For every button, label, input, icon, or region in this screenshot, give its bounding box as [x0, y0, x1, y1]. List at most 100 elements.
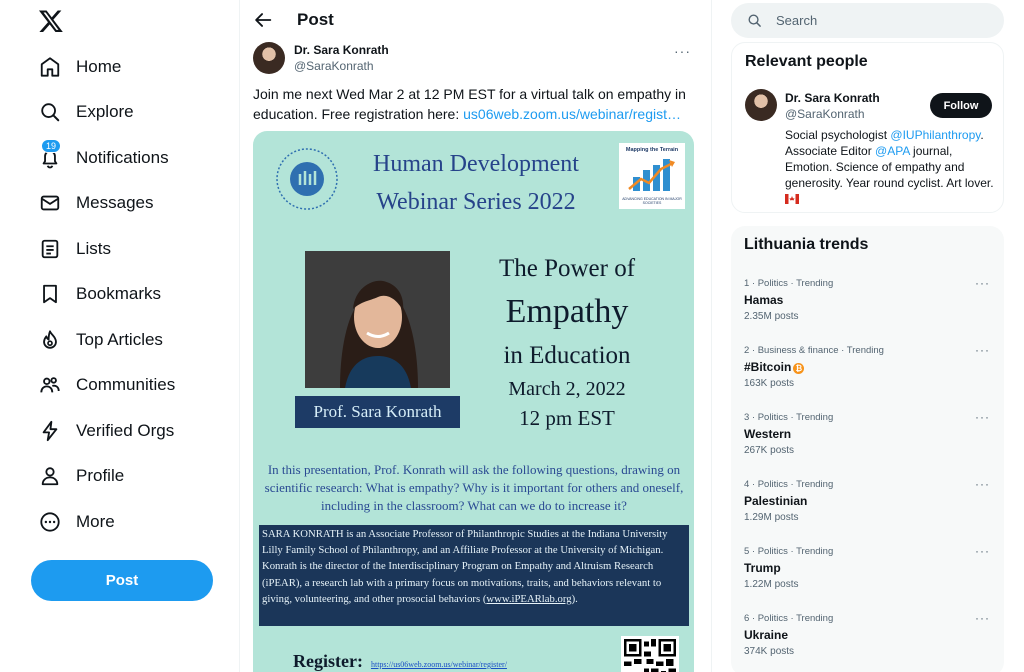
nav-list: Home Explore 19 Notifications Messages L…: [30, 44, 175, 545]
nav-label-messages: Messages: [76, 193, 154, 213]
relevant-people-title: Relevant people: [745, 53, 868, 70]
trend-more-button[interactable]: ···: [975, 544, 990, 558]
author-avatar[interactable]: [253, 42, 285, 74]
nav-label-top-articles: Top Articles: [76, 329, 163, 349]
search-bar[interactable]: [731, 3, 1004, 38]
person-bio: Social psychologist @IUPhilanthropy. Ass…: [785, 127, 995, 207]
talk-title-line-2: Empathy: [505, 293, 629, 330]
nav-item-more[interactable]: More: [30, 499, 175, 545]
nav-label-explore: Explore: [76, 102, 134, 122]
trend-more-button[interactable]: ···: [975, 477, 990, 491]
trend-item[interactable]: 5 · Politics · Trending Trump 1.22M post…: [731, 540, 1004, 607]
trend-more-button[interactable]: ···: [975, 611, 990, 625]
nav-item-profile[interactable]: Profile: [30, 454, 175, 500]
search-input[interactable]: [776, 13, 976, 28]
trend-more-button[interactable]: ···: [975, 276, 990, 290]
trend-item[interactable]: 2 · Business & finance · Trending #Bitco…: [731, 339, 1004, 406]
nav-label-lists: Lists: [76, 238, 111, 258]
nav-item-explore[interactable]: Explore: [30, 90, 175, 136]
institute-logo-icon: [276, 148, 338, 210]
notification-badge: 19: [41, 138, 62, 153]
trend-meta: 2 · Business & finance · Trending: [744, 345, 884, 356]
trend-name: Palestinian: [744, 494, 808, 508]
speaker-bio: SARA KONRATH is an Associate Professor o…: [259, 525, 689, 626]
flyer-title-line-1: Human Development: [373, 151, 579, 177]
trend-meta: 6 · Politics · Trending: [744, 613, 834, 624]
trend-more-button[interactable]: ···: [975, 343, 990, 357]
right-sidebar: Relevant people Dr. Sara Konrath @SaraKo…: [731, 0, 1004, 672]
nav-label-notifications: Notifications: [76, 147, 169, 167]
bell-icon: 19: [38, 138, 62, 170]
person-avatar[interactable]: [745, 89, 777, 121]
post-more-button[interactable]: ···: [674, 43, 691, 59]
trend-more-button[interactable]: ···: [975, 410, 990, 424]
nav-item-home[interactable]: Home: [30, 44, 175, 90]
author-handle[interactable]: @SaraKonrath: [294, 59, 374, 73]
registration-link[interactable]: us06web.zoom.us/webinar/regist…: [463, 106, 681, 122]
nav-item-messages[interactable]: Messages: [30, 181, 175, 227]
trend-count: 2.35M posts: [744, 311, 799, 322]
bookmark-icon: [38, 282, 62, 306]
trend-name: Ukraine: [744, 628, 789, 642]
trend-count: 267K posts: [744, 445, 795, 456]
lightning-icon: [38, 419, 62, 443]
trend-meta: 3 · Politics · Trending: [744, 412, 834, 423]
talk-date: March 2, 2022: [508, 378, 626, 400]
post-text: Join me next Wed Mar 2 at 12 PM EST for …: [253, 84, 693, 124]
mention-iuphilanthropy[interactable]: @IUPhilanthropy: [890, 128, 980, 142]
person-bio-part-1: Social psychologist: [785, 128, 891, 142]
talk-time: 12 pm EST: [519, 406, 615, 430]
canada-flag-icon: [785, 194, 799, 204]
talk-title-line-1: The Power of: [498, 255, 636, 282]
envelope-icon: [38, 191, 62, 215]
back-arrow-icon[interactable]: [252, 9, 274, 31]
nav-label-bookmarks: Bookmarks: [76, 284, 162, 304]
mention-apa[interactable]: @APA: [875, 144, 910, 158]
trend-count: 163K posts: [744, 378, 795, 389]
nav-label-profile: Profile: [76, 466, 125, 486]
trend-name: Trump: [744, 561, 781, 575]
trends-box: Lithuania trends 1 · Politics · Trending…: [731, 226, 1004, 672]
relevant-people-box: Relevant people Dr. Sara Konrath @SaraKo…: [731, 42, 1004, 213]
nav-item-bookmarks[interactable]: Bookmarks: [30, 272, 175, 318]
nav-item-notifications[interactable]: 19 Notifications: [30, 135, 175, 181]
trend-name: #Bitcoin: [744, 360, 792, 374]
nav-item-top-articles[interactable]: Top Articles: [30, 317, 175, 363]
follow-button[interactable]: Follow: [930, 93, 992, 118]
trend-name: Western: [744, 427, 792, 441]
trend-name-row: #Bitcoin ₿: [744, 360, 805, 374]
mapping-terrain-logo: Mapping the Terrain ADVANCING EDUCATION …: [619, 143, 685, 209]
author-name[interactable]: Dr. Sara Konrath: [294, 43, 389, 57]
search-icon: [748, 14, 761, 27]
trend-meta: 5 · Politics · Trending: [744, 546, 834, 557]
talk-description: In this presentation, Prof. Konrath will…: [264, 462, 684, 513]
trend-name: Hamas: [744, 293, 784, 307]
flyer-title-line-2: Webinar Series 2022: [376, 189, 576, 215]
trend-item[interactable]: 3 · Politics · Trending Western 267K pos…: [731, 406, 1004, 473]
qr-code-icon: [621, 636, 679, 672]
x-logo-icon[interactable]: [38, 8, 64, 34]
list-icon: [38, 237, 62, 261]
trend-item[interactable]: 1 · Politics · Trending Hamas 2.35M post…: [731, 272, 1004, 339]
speaker-bio-text: SARA KONRATH is an Associate Professor o…: [262, 528, 668, 605]
nav-item-communities[interactable]: Communities: [30, 363, 175, 409]
post-button[interactable]: Post: [31, 560, 213, 601]
flame-icon: [38, 328, 62, 352]
register-label: Register:: [293, 651, 363, 671]
nav-label-more: More: [76, 511, 115, 531]
trend-count: 374K posts: [744, 646, 795, 657]
trend-meta: 1 · Politics · Trending: [744, 278, 834, 289]
trend-item[interactable]: 6 · Politics · Trending Ukraine 374K pos…: [731, 607, 1004, 672]
search-icon: [38, 100, 62, 124]
nav-label-communities: Communities: [76, 375, 176, 395]
nav-item-verified-orgs[interactable]: Verified Orgs: [30, 408, 175, 454]
nav-item-lists[interactable]: Lists: [30, 226, 175, 272]
person-name[interactable]: Dr. Sara Konrath: [785, 91, 880, 105]
person-handle[interactable]: @SaraKonrath: [785, 107, 865, 121]
page-title: Post: [297, 10, 334, 29]
register-line: Register: https://us06web.zoom.us/webina…: [293, 651, 507, 672]
trend-item[interactable]: 4 · Politics · Trending Palestinian 1.29…: [731, 473, 1004, 540]
trends-title: Lithuania trends: [744, 236, 869, 253]
post-header: Post: [240, 0, 711, 40]
flyer-image[interactable]: Human Development Webinar Series 2022 Ma…: [253, 131, 694, 672]
